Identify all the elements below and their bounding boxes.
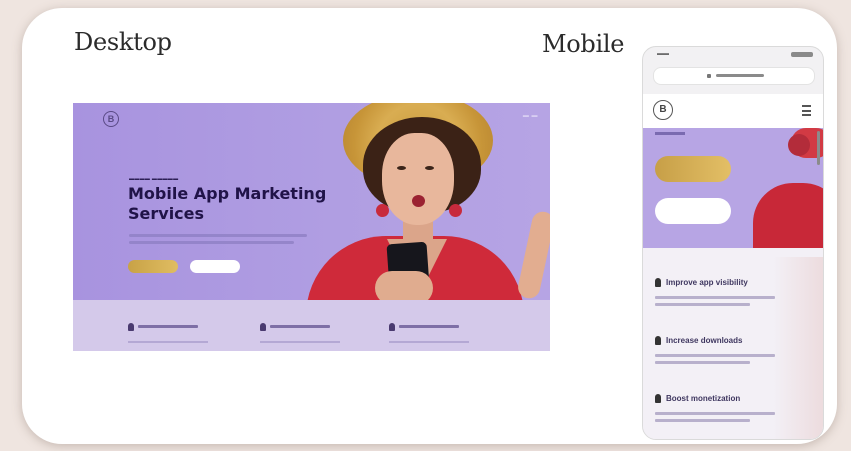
menu-icon[interactable]: [802, 105, 811, 116]
mobile-mockup: ▬▬ B Improve app visibility Increase dow…: [642, 46, 824, 440]
mobile-scrollbar[interactable]: [817, 131, 820, 165]
earring: [788, 134, 810, 156]
hero-description-line: [129, 234, 307, 237]
hero-eyebrow: ▬▬▬▬ ▬▬▬▬▬: [129, 176, 179, 182]
woman-face: [382, 133, 454, 225]
woman-eye: [425, 166, 434, 170]
mobile-heading: Mobile: [542, 30, 625, 58]
feature-icon: [260, 322, 266, 331]
hero-description-line: [129, 241, 294, 244]
feature-title: Increase downloads: [666, 336, 743, 346]
mobile-primary-button[interactable]: [655, 156, 731, 182]
mobile-status-bar: ▬▬: [643, 47, 823, 63]
earring: [449, 204, 462, 217]
desktop-feature: [260, 318, 370, 343]
desktop-logo[interactable]: B: [103, 111, 119, 127]
earring: [376, 204, 389, 217]
woman-raised-hand: [516, 209, 550, 301]
hero-title: Mobile App Marketing Services: [128, 184, 327, 223]
desktop-hero: B ▬ ▬ ▬▬▬▬ ▬▬▬▬▬ Mobile App Marketing Se…: [73, 103, 550, 351]
mobile-url-bar[interactable]: [653, 67, 815, 85]
mobile-header: B: [643, 94, 823, 128]
mobile-logo[interactable]: B: [653, 100, 673, 120]
desktop-nav[interactable]: ▬ ▬: [523, 113, 538, 119]
feature-icon: [655, 394, 661, 404]
desktop-mockup: B ▬ ▬ ▬▬▬▬ ▬▬▬▬▬ Mobile App Marketing Se…: [73, 103, 550, 351]
desktop-feature: [389, 318, 499, 343]
feature-icon: [655, 278, 661, 288]
feature-title: Boost monetization: [666, 394, 741, 404]
feature-title: Improve app visibility: [666, 278, 748, 288]
mobile-secondary-button[interactable]: [655, 198, 731, 224]
desktop-secondary-button[interactable]: [190, 260, 240, 273]
lock-icon: [707, 74, 711, 78]
showcase-card: Desktop Mobile B ▬ ▬ ▬▬▬▬ ▬▬▬▬▬ Mobile A…: [22, 8, 837, 444]
woman-dress: [753, 183, 823, 248]
woman-eye: [397, 166, 406, 170]
woman-mouth: [412, 195, 425, 207]
feature-icon: [655, 336, 661, 346]
mobile-hero: [643, 128, 823, 248]
desktop-feature: [128, 318, 238, 343]
feature-icon: [389, 322, 395, 331]
feature-icon: [128, 322, 134, 331]
desktop-heading: Desktop: [74, 28, 172, 56]
desktop-primary-button[interactable]: [128, 260, 178, 273]
hand-overlay: [773, 257, 823, 439]
